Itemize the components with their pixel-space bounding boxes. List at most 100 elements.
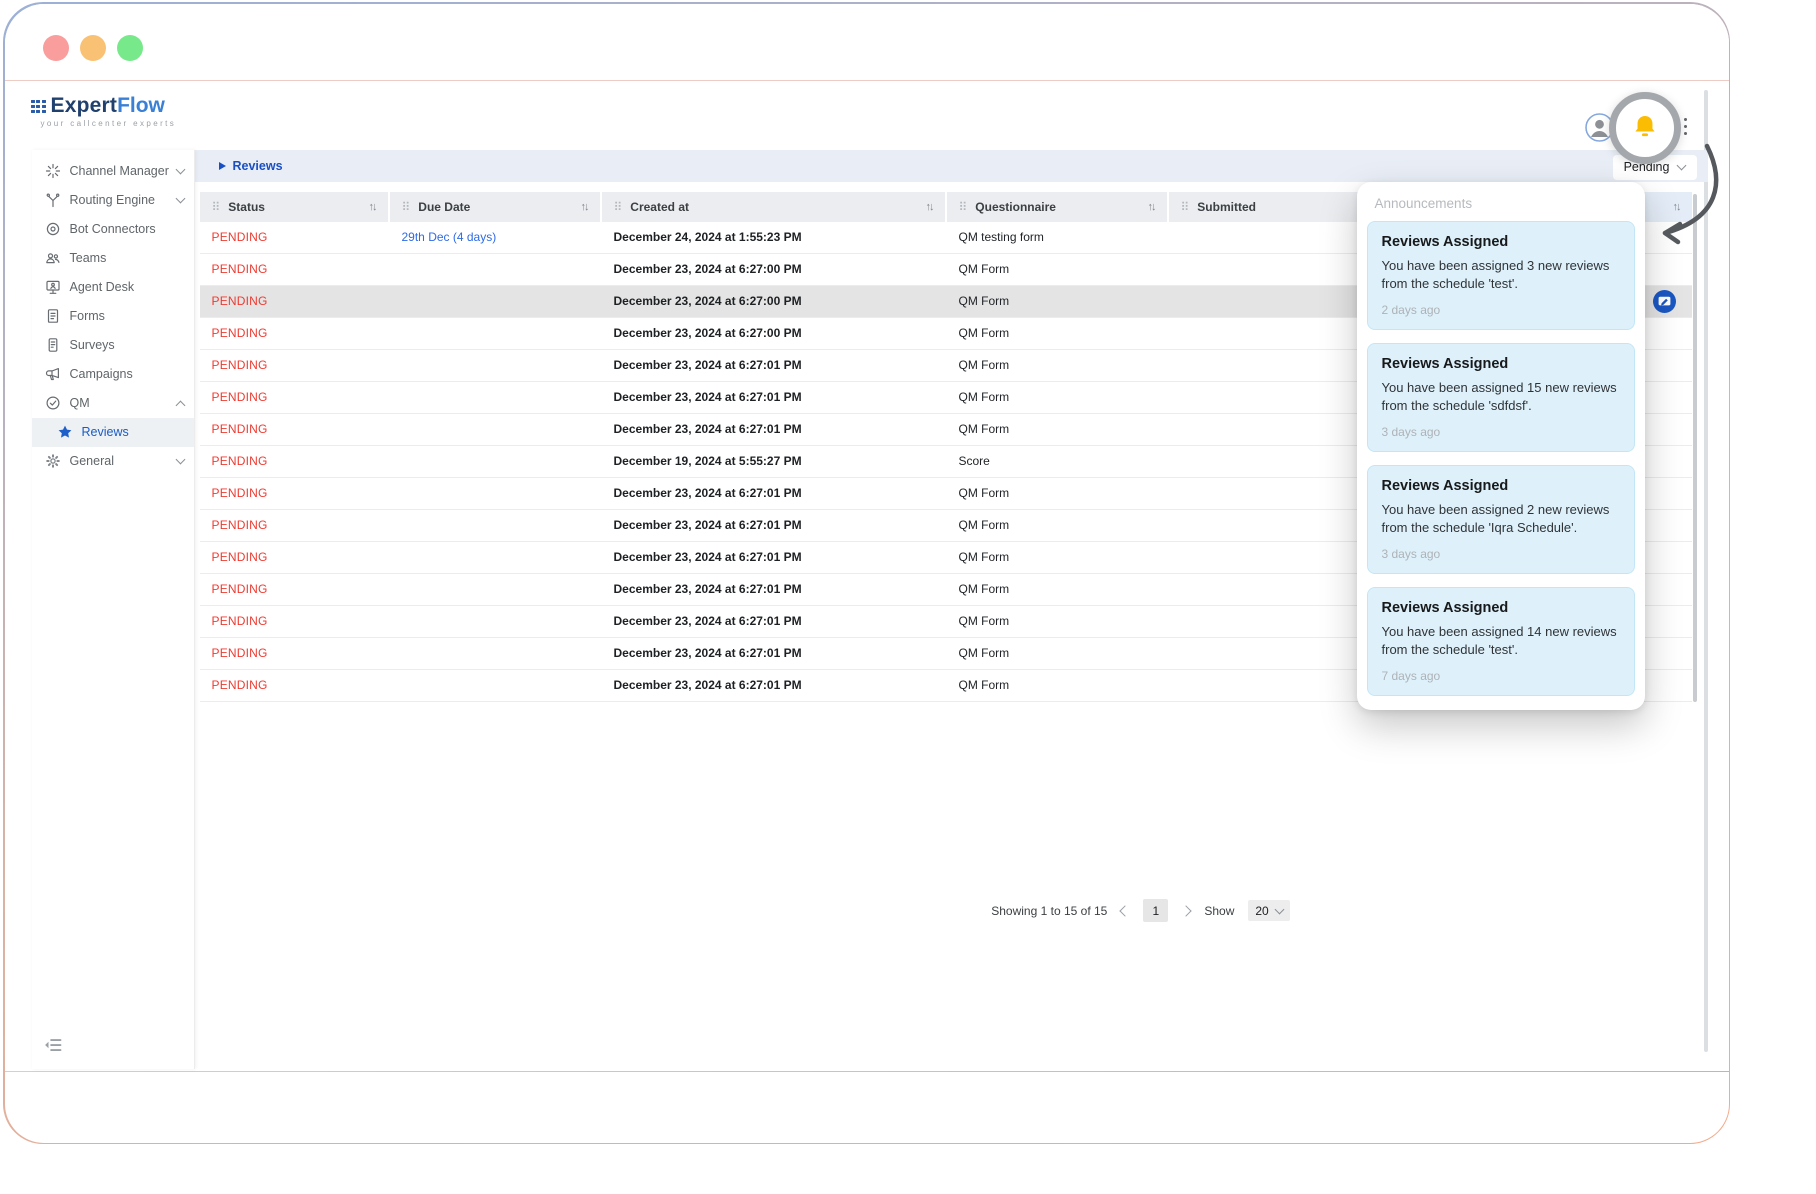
questionnaire-cell: QM Form bbox=[947, 350, 1169, 381]
announcement-card[interactable]: Reviews Assigned You have been assigned … bbox=[1367, 343, 1635, 452]
expertflow-logo-icon bbox=[31, 100, 46, 114]
page-size-value: 20 bbox=[1255, 904, 1268, 918]
created-at-cell: December 23, 2024 at 6:27:01 PM bbox=[602, 478, 947, 509]
sidebar-item[interactable]: Agent Desk bbox=[32, 273, 194, 302]
questionnaire-cell: QM Form bbox=[947, 574, 1169, 605]
created-at-cell: December 23, 2024 at 6:27:01 PM bbox=[602, 606, 947, 637]
sort-icon[interactable]: ↑↓ bbox=[369, 201, 376, 213]
due-date-cell[interactable] bbox=[390, 670, 602, 701]
general-icon bbox=[45, 453, 61, 469]
sort-icon[interactable]: ↑↓ bbox=[581, 201, 588, 213]
created-at-cell: December 23, 2024 at 6:27:00 PM bbox=[602, 254, 947, 285]
drag-handle-icon[interactable]: ⠿ bbox=[402, 201, 411, 213]
sort-icon[interactable]: ↑↓ bbox=[1673, 201, 1680, 213]
drag-handle-icon[interactable]: ⠿ bbox=[959, 201, 968, 213]
sidebar-item[interactable]: General bbox=[32, 447, 194, 476]
created-at-cell: December 19, 2024 at 5:55:27 PM bbox=[602, 446, 947, 477]
due-date-cell[interactable] bbox=[390, 542, 602, 573]
chevron-down-icon bbox=[1274, 905, 1284, 915]
next-page-icon[interactable] bbox=[1181, 905, 1192, 916]
questionnaire-cell: QM testing form bbox=[947, 222, 1169, 253]
due-date-cell[interactable] bbox=[390, 254, 602, 285]
questionnaire-cell: QM Form bbox=[947, 382, 1169, 413]
questionnaire-cell: Score bbox=[947, 446, 1169, 477]
due-date-cell[interactable]: 29th Dec (4 days) bbox=[390, 222, 602, 253]
previous-page-icon[interactable] bbox=[1120, 905, 1131, 916]
sidebar-item[interactable]: Surveys bbox=[32, 331, 194, 360]
column-header[interactable]: ⠿ Created at ↑↓ bbox=[602, 192, 947, 222]
drag-handle-icon[interactable]: ⠿ bbox=[614, 201, 623, 213]
status-cell: PENDING bbox=[200, 478, 390, 509]
sort-icon[interactable]: ↑↓ bbox=[926, 201, 933, 213]
bell-icon[interactable] bbox=[1629, 112, 1661, 144]
announcement-body: You have been assigned 15 new reviews fr… bbox=[1382, 379, 1620, 415]
questionnaire-cell: QM Form bbox=[947, 670, 1169, 701]
collapse-sidebar-icon[interactable] bbox=[43, 1035, 65, 1057]
due-date-cell[interactable] bbox=[390, 510, 602, 541]
status-cell: PENDING bbox=[200, 222, 390, 253]
sidebar-nav: Channel Manager Routing Engine Bot Conne… bbox=[32, 150, 194, 476]
due-date-cell[interactable] bbox=[390, 286, 602, 317]
sidebar-item[interactable]: Teams bbox=[32, 244, 194, 273]
chevron-icon bbox=[175, 165, 185, 175]
minimize-window-button[interactable] bbox=[80, 35, 106, 61]
created-at-cell: December 23, 2024 at 6:27:01 PM bbox=[602, 510, 947, 541]
created-at-cell: December 23, 2024 at 6:27:01 PM bbox=[602, 542, 947, 573]
sidebar-item[interactable]: Channel Manager bbox=[32, 157, 194, 186]
teams-icon bbox=[45, 250, 61, 266]
announcement-card[interactable]: Reviews Assigned You have been assigned … bbox=[1367, 221, 1635, 330]
created-at-cell: December 23, 2024 at 6:27:01 PM bbox=[602, 382, 947, 413]
window-content: ExpertFlow your callcenter experts bbox=[5, 4, 1729, 1143]
pagination: Showing 1 to 15 of 15 1 Show 20 bbox=[395, 896, 1729, 926]
created-at-cell: December 23, 2024 at 6:27:01 PM bbox=[602, 574, 947, 605]
zoom-window-button[interactable] bbox=[117, 35, 143, 61]
announcements-panel: Announcements Reviews Assigned You have … bbox=[1357, 182, 1645, 710]
announcement-title: Reviews Assigned bbox=[1382, 356, 1620, 372]
qm-icon bbox=[45, 395, 61, 411]
due-date-cell[interactable] bbox=[390, 478, 602, 509]
agent-desk-icon bbox=[45, 279, 61, 295]
status-cell: PENDING bbox=[200, 446, 390, 477]
table-scrollbar[interactable] bbox=[1693, 194, 1697, 702]
created-at-cell: December 23, 2024 at 6:27:01 PM bbox=[602, 638, 947, 669]
rate-review-button[interactable] bbox=[1653, 290, 1676, 313]
drag-handle-icon[interactable]: ⠿ bbox=[1181, 201, 1190, 213]
close-window-button[interactable] bbox=[43, 35, 69, 61]
page-size-dropdown[interactable]: 20 bbox=[1248, 900, 1289, 921]
column-header[interactable]: ⠿ Status ↑↓ bbox=[200, 192, 390, 222]
sidebar-item[interactable]: Forms bbox=[32, 302, 194, 331]
due-date-cell[interactable] bbox=[390, 606, 602, 637]
sidebar-item[interactable]: Reviews bbox=[32, 418, 194, 447]
sidebar-item[interactable]: Campaigns bbox=[32, 360, 194, 389]
announcement-body: You have been assigned 2 new reviews fro… bbox=[1382, 501, 1620, 537]
column-header[interactable]: ⠿ Due Date ↑↓ bbox=[390, 192, 602, 222]
page-number-button[interactable]: 1 bbox=[1143, 899, 1168, 922]
due-date-cell[interactable] bbox=[390, 382, 602, 413]
announcement-time: 3 days ago bbox=[1382, 547, 1620, 561]
announcement-body: You have been assigned 3 new reviews fro… bbox=[1382, 257, 1620, 293]
announcement-card[interactable]: Reviews Assigned You have been assigned … bbox=[1367, 587, 1635, 696]
questionnaire-cell: QM Form bbox=[947, 254, 1169, 285]
drag-handle-icon[interactable]: ⠿ bbox=[212, 201, 221, 213]
created-at-cell: December 23, 2024 at 6:27:01 PM bbox=[602, 414, 947, 445]
announcement-card[interactable]: Reviews Assigned You have been assigned … bbox=[1367, 465, 1635, 574]
status-cell: PENDING bbox=[200, 542, 390, 573]
sort-icon[interactable]: ↑↓ bbox=[1148, 201, 1155, 213]
column-header[interactable]: ⠿ Questionnaire ↑↓ bbox=[947, 192, 1169, 222]
due-date-cell[interactable] bbox=[390, 350, 602, 381]
sidebar-item[interactable]: Bot Connectors bbox=[32, 215, 194, 244]
questionnaire-cell: QM Form bbox=[947, 286, 1169, 317]
due-date-cell[interactable] bbox=[390, 414, 602, 445]
due-date-cell[interactable] bbox=[390, 446, 602, 477]
due-date-cell[interactable] bbox=[390, 318, 602, 349]
announcement-time: 2 days ago bbox=[1382, 303, 1620, 317]
sidebar-item[interactable]: Routing Engine bbox=[32, 186, 194, 215]
due-date-cell[interactable] bbox=[390, 638, 602, 669]
notification-spotlight bbox=[1609, 92, 1681, 164]
due-date-cell[interactable] bbox=[390, 574, 602, 605]
breadcrumb[interactable]: Reviews bbox=[219, 150, 283, 182]
questionnaire-cell: QM Form bbox=[947, 318, 1169, 349]
sidebar-item[interactable]: QM bbox=[32, 389, 194, 418]
kebab-menu-icon[interactable] bbox=[1682, 118, 1690, 139]
breadcrumb-arrow-icon bbox=[219, 162, 226, 170]
